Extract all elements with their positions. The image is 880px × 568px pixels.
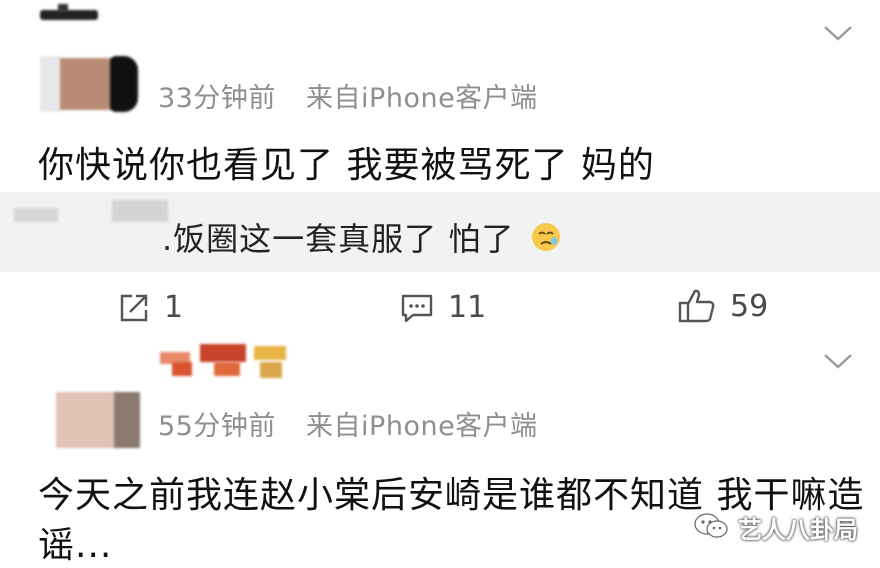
- watermark-text: 艺人八卦局: [738, 516, 858, 544]
- censored-badge-4: [214, 362, 240, 376]
- share-count: 1: [164, 290, 184, 325]
- censored-badge-6: [260, 362, 282, 378]
- like-count: 59: [730, 288, 769, 324]
- avatar-light-part: [40, 56, 60, 112]
- chevron-down-icon[interactable]: [822, 348, 854, 378]
- censored-username-top: [40, 10, 98, 20]
- chevron-down-icon[interactable]: [822, 20, 854, 50]
- comment-text: 你快说你也看见了 我要被骂死了 妈的: [38, 145, 655, 186]
- like-action[interactable]: 59: [678, 288, 768, 324]
- avatar-dark-part: [114, 392, 140, 448]
- reply-text: .饭圈这一套真服了 怕了: [162, 220, 515, 258]
- comment-meta: 55分钟前 来自iPhone客户端: [158, 404, 538, 443]
- sad-face-emoji-icon: [530, 221, 562, 261]
- share-icon: [118, 292, 150, 324]
- censored-reply-avatar: [14, 208, 58, 222]
- comment-source: 来自iPhone客户端: [306, 83, 538, 114]
- share-action[interactable]: 1: [118, 290, 183, 325]
- censored-badge-5: [254, 346, 286, 360]
- comment-action[interactable]: 11: [400, 290, 486, 325]
- censored-reply-username: [112, 200, 168, 222]
- censored-badge-3: [200, 344, 246, 362]
- comment-source: 来自iPhone客户端: [306, 411, 538, 442]
- avatar[interactable]: [56, 58, 114, 110]
- comment-time: 55分钟前: [158, 411, 276, 442]
- comment-time: 33分钟前: [158, 83, 276, 114]
- comment-text-line-2: 谣...: [38, 525, 113, 566]
- reply-text-row: .饭圈这一套真服了 怕了: [162, 214, 562, 261]
- comment-meta: 33分钟前 来自iPhone客户端: [158, 76, 538, 115]
- thumbs-up-icon: [678, 288, 716, 324]
- wechat-icon: [694, 512, 728, 544]
- censored-badge-2: [172, 362, 192, 376]
- watermark: 艺人八卦局: [694, 510, 858, 545]
- comment-count: 11: [448, 290, 487, 325]
- avatar-dark-part: [110, 56, 138, 112]
- comment-icon: [400, 292, 434, 324]
- avatar[interactable]: [56, 392, 116, 448]
- censored-username-mark: [58, 4, 68, 12]
